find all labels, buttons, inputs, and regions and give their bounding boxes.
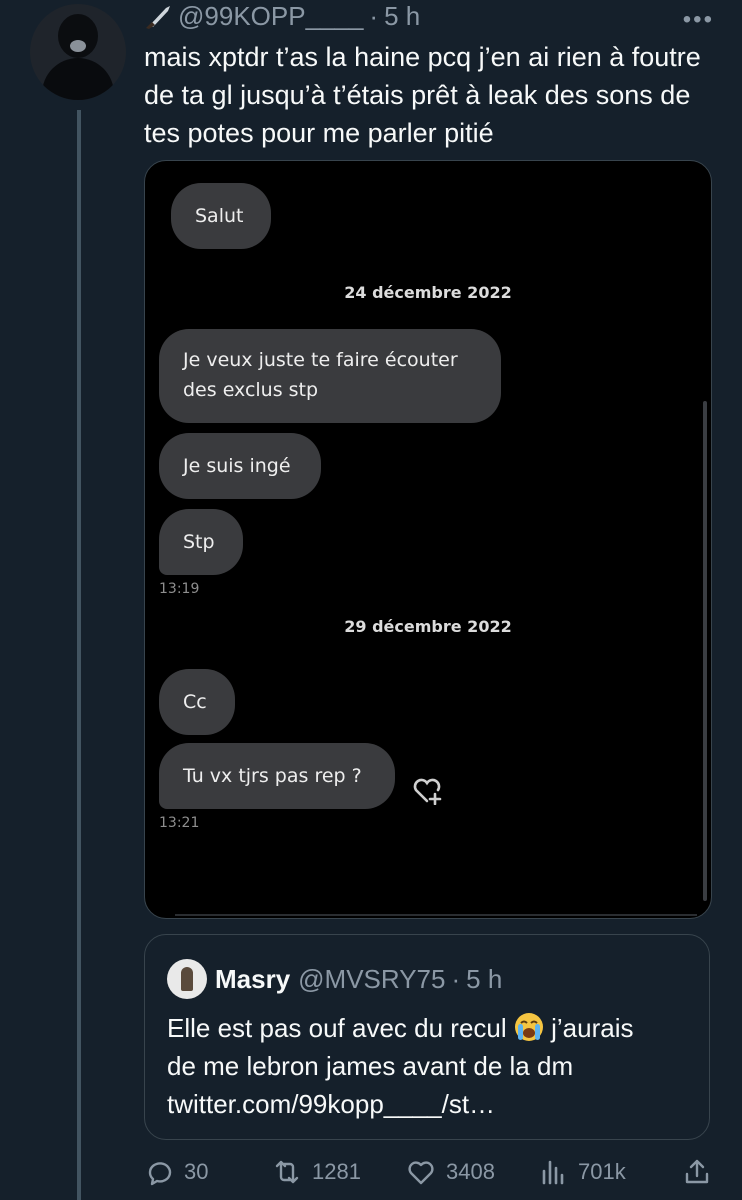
quoted-tweet-time: 5 h <box>466 963 503 994</box>
message-text: Cc <box>183 691 207 713</box>
date-separator: 24 décembre 2022 <box>344 283 512 302</box>
heart-react-icon <box>413 778 442 805</box>
quoted-text-line: Elle est pas ouf avec du recul <box>167 1013 507 1043</box>
more-options-icon[interactable]: ••• <box>683 6 714 34</box>
quoted-tweet-text: Elle est pas ouf avec du recul j’aurais … <box>167 1009 697 1123</box>
heart-icon <box>408 1161 434 1185</box>
like-count: 3408 <box>446 1159 495 1184</box>
tweet-text: mais xptdr t’as la haine pcq j’en ai rie… <box>144 42 701 148</box>
message-bubble: Je veux juste te faire écouter des exclu… <box>159 329 501 423</box>
reply-count: 30 <box>184 1159 209 1184</box>
retweet-icon <box>275 1160 299 1184</box>
quoted-author-handle: @MVSRY75 <box>298 963 446 994</box>
message-timestamp: 13:19 <box>159 581 200 597</box>
message-text: Salut <box>195 205 244 227</box>
quoted-author-name: Masry <box>215 963 291 994</box>
loudly-crying-face-icon <box>514 1013 543 1041</box>
retweet-button[interactable]: 1281 <box>272 1152 361 1192</box>
date-separator: 29 décembre 2022 <box>344 617 512 636</box>
message-timestamp: 13:21 <box>159 815 200 831</box>
share-icon <box>685 1159 709 1184</box>
retweet-count: 1281 <box>312 1159 361 1184</box>
quoted-text-line: j’aurais <box>551 1013 634 1043</box>
views-count: 701k <box>578 1159 626 1184</box>
message-bubble: Cc <box>159 669 235 735</box>
reply-icon <box>148 1162 172 1186</box>
message-bubble: Salut <box>171 183 271 249</box>
message-text: des exclus stp <box>183 379 319 401</box>
author-handle[interactable]: @99KOPP____ <box>178 1 363 32</box>
tweet-media-image[interactable]: Salut 24 décembre 2022 Je veux juste te … <box>144 160 712 919</box>
share-button[interactable] <box>682 1152 722 1192</box>
reply-button[interactable]: 30 <box>144 1152 208 1192</box>
quoted-link[interactable]: twitter.com/99kopp____/st… <box>167 1085 697 1123</box>
message-bubble: Je suis ingé <box>159 433 321 499</box>
header-separator: · <box>369 0 379 31</box>
message-text: Je suis ingé <box>183 455 291 477</box>
tweet-time[interactable]: 5 h <box>384 1 420 32</box>
quoted-author-avatar <box>167 959 207 999</box>
quoted-text-line: de me lebron james avant de la dm <box>167 1051 574 1081</box>
quoted-header-separator: · <box>451 963 461 994</box>
views-button[interactable]: 701k <box>538 1152 626 1192</box>
thread-line <box>77 110 81 1200</box>
divider <box>175 914 697 916</box>
tweet-header: @99KOPP____ · 5 h <box>144 0 420 32</box>
quoted-tweet[interactable]: Masry @MVSRY75 · 5 h Elle est pas ouf av… <box>144 934 710 1140</box>
message-text: Stp <box>183 531 215 553</box>
like-button[interactable]: 3408 <box>406 1152 495 1192</box>
message-text: Je veux juste te faire écouter <box>183 349 458 371</box>
author-avatar[interactable] <box>30 4 126 100</box>
message-text: Tu vx tjrs pas rep ? <box>183 765 362 787</box>
views-chart-icon <box>542 1160 564 1185</box>
message-bubble: Tu vx tjrs pas rep ? <box>159 743 395 809</box>
scrollbar <box>703 401 707 901</box>
quoted-tweet-header: Masry @MVSRY75 · 5 h <box>167 959 502 999</box>
message-bubble: Stp <box>159 509 243 575</box>
knife-emoji-icon <box>144 3 174 29</box>
tweet-actions: 30 1281 3408 701k <box>144 1152 724 1192</box>
